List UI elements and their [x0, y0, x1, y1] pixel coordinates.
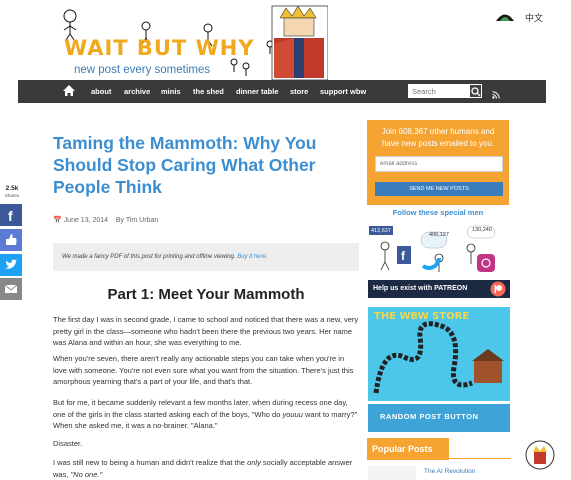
search-icon [471, 87, 481, 97]
pdf-notice-text: We made a fancy PDF of this post for pri… [62, 254, 236, 260]
subscribe-button[interactable]: SEND ME NEW POSTS [375, 182, 503, 196]
article-title: Taming the Mammoth: Why You Should Stop … [53, 133, 317, 197]
envelope-icon [4, 284, 18, 293]
facebook-icon: f [8, 208, 13, 224]
svg-text:f: f [8, 208, 13, 224]
random-post-label: RANDOM POST BUTTON [380, 412, 479, 421]
store-title: THE WBW STORE [374, 311, 470, 322]
home-icon[interactable] [62, 84, 76, 102]
language-link[interactable]: 中文 [525, 11, 543, 24]
subscribe-text: Join 608,367 other humans and have new p… [381, 127, 495, 148]
twitter-share-button[interactable] [0, 254, 22, 276]
instagram-icon[interactable] [477, 254, 495, 272]
paragraph-emphasis: only [247, 458, 261, 467]
logo-subtitle: new post every sometimes [74, 64, 211, 76]
patreon-text: Help us exist with PATREON [373, 285, 468, 292]
article-paragraph: When you're seven, there aren't really a… [53, 354, 354, 386]
popular-post-thumbnail[interactable] [368, 466, 416, 480]
paragraph-text: I was still new to being a human and did… [53, 458, 248, 467]
facebook-follower-count: 412,637 [371, 228, 391, 234]
twitter-follower-count: 406,127 [429, 232, 449, 238]
article-meta: 📅 June 13, 2014 By Tim Urban [53, 216, 158, 224]
nav-minis[interactable]: minis [161, 87, 181, 96]
logo-title: WAIT BUT WHY [64, 36, 255, 60]
pdf-notice: We made a fancy PDF of this post for pri… [62, 254, 268, 260]
email-share-button[interactable] [0, 278, 22, 300]
nav-about[interactable]: about [91, 87, 111, 96]
article-author[interactable]: By Tim Urban [116, 217, 158, 224]
article-paragraph: But for me, it became suddenly relevant … [53, 397, 359, 432]
article-paragraph: Disaster. [53, 439, 83, 448]
nav-the-shed[interactable]: the shed [193, 87, 224, 96]
paragraph-quote: "No one." [70, 469, 103, 479]
share-count: 2.5k [5, 185, 19, 192]
email-field[interactable] [375, 156, 503, 172]
calendar-icon: 📅 [53, 217, 62, 224]
nav-dinner-table[interactable]: dinner table [236, 87, 279, 96]
twitter-icon [5, 259, 17, 269]
share-label: Shares [4, 193, 20, 198]
language-flag-icon[interactable] [494, 9, 516, 27]
search-button[interactable] [469, 84, 482, 98]
popular-post-link[interactable]: The AI Revolution [424, 468, 475, 475]
pdf-buy-link[interactable]: Buy it here. [237, 254, 267, 260]
patreon-icon [490, 281, 506, 302]
like-share-button[interactable] [0, 229, 22, 251]
instagram-follower-count: 130,240 [472, 227, 492, 233]
article-date: June 13, 2014 [63, 217, 109, 224]
popular-posts-title: Popular Posts [372, 444, 433, 454]
nav-archive[interactable]: archive [124, 87, 150, 96]
nav-support-wbw[interactable]: support wbw [320, 87, 366, 96]
search-input[interactable] [408, 84, 470, 98]
facebook-share-button[interactable]: f [0, 204, 22, 226]
section-heading: Part 1: Meet Your Mammoth [107, 286, 305, 303]
twitter-icon[interactable] [421, 257, 441, 270]
king-badge-icon[interactable] [525, 440, 555, 470]
article-paragraph: The first day I was in second grade, I c… [53, 315, 359, 347]
popular-divider [449, 458, 511, 459]
paragraph-emphasis: youuu [282, 409, 303, 419]
thumbs-up-icon [6, 234, 17, 245]
follow-heading: Follow these special men [392, 208, 484, 217]
article-paragraph: I was still new to being a human and did… [53, 457, 359, 480]
rss-icon[interactable] [492, 86, 500, 104]
nav-store[interactable]: store [290, 87, 308, 96]
